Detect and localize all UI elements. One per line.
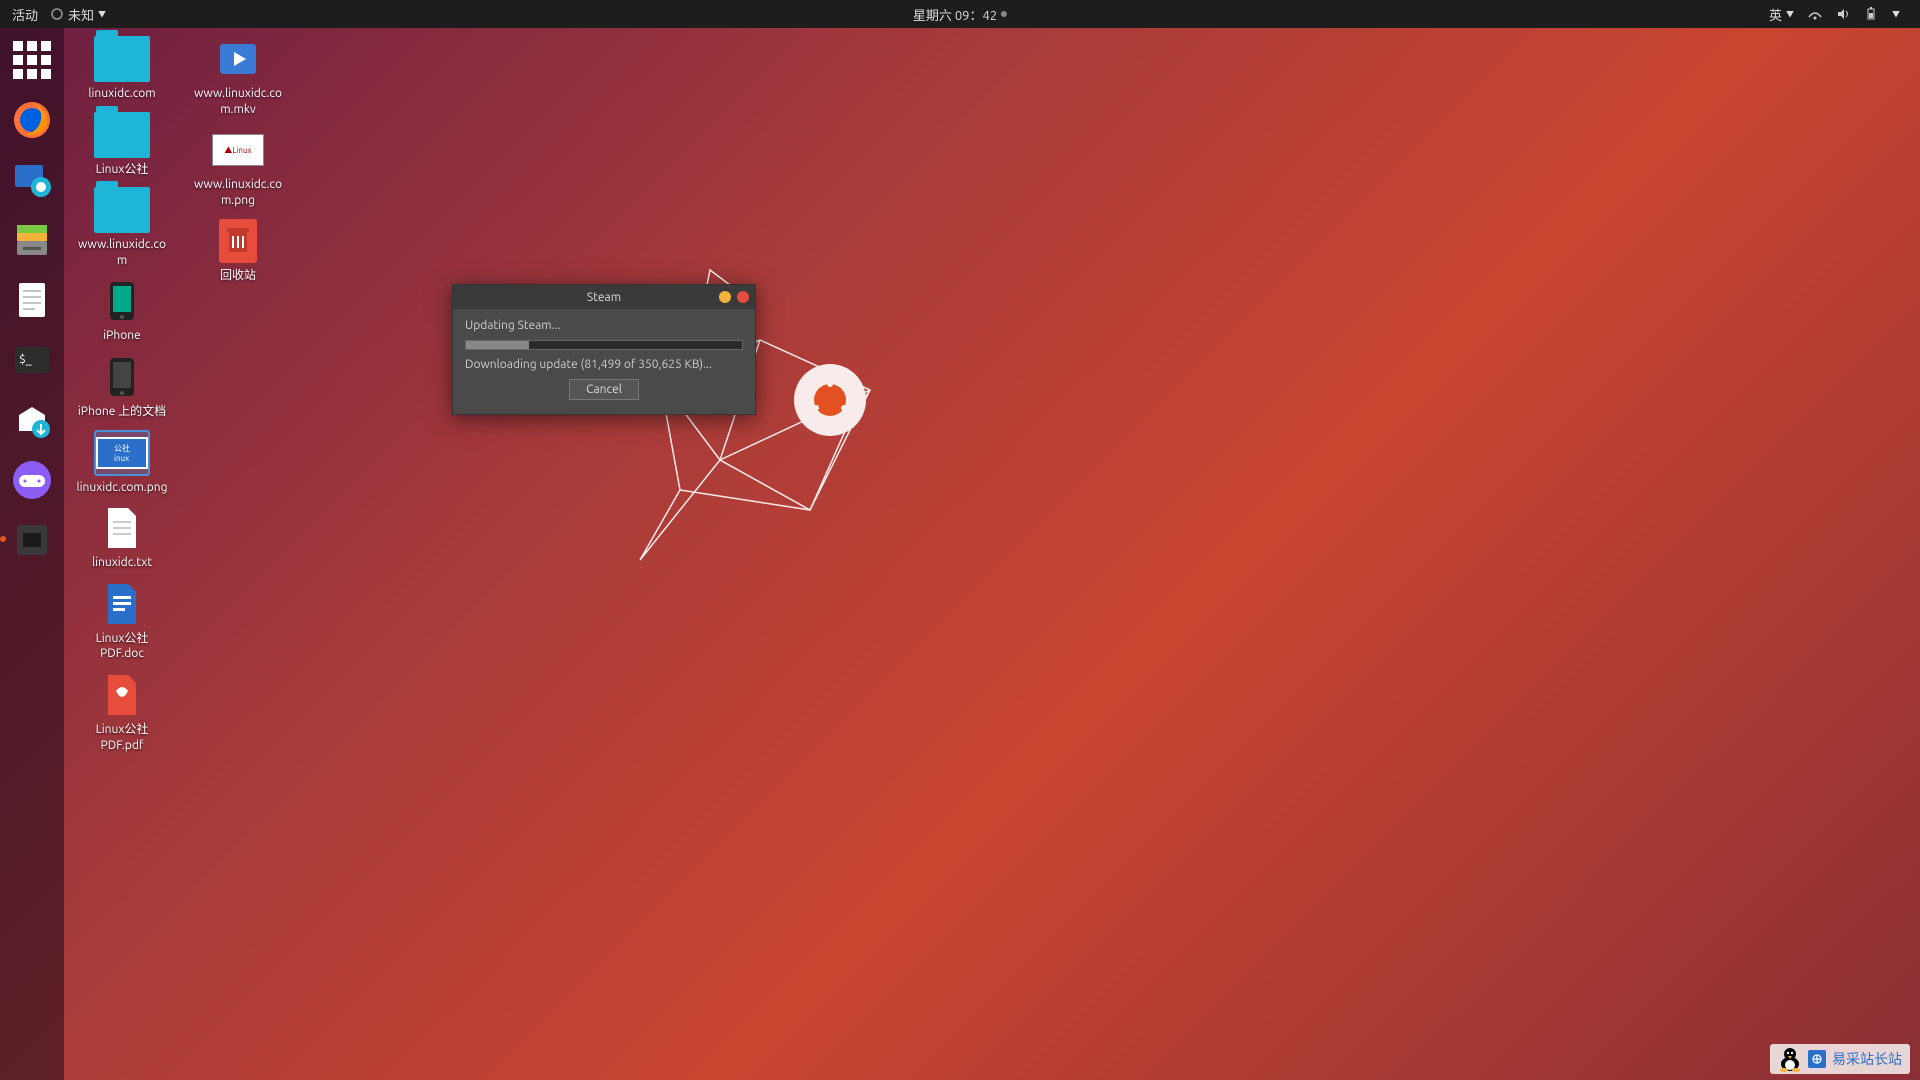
unknown-app-icon [50, 7, 64, 21]
steam-update-dialog: Steam Updating Steam... Downloading upda… [452, 284, 756, 415]
files-icon [11, 219, 53, 261]
top-bar: 活动 未知 ▼ 星期六 09：42 英 ▼ ▼ [0, 0, 1920, 28]
notification-dot-icon [1001, 11, 1007, 17]
text-editor-launcher[interactable] [8, 276, 56, 324]
doc-file-icon [94, 581, 150, 627]
image-icon: 公社inux [94, 430, 150, 476]
battery-icon[interactable] [1864, 7, 1878, 21]
doc-file-linux-pdf[interactable]: Linux公社PDF.doc [76, 581, 168, 662]
grid-icon [13, 41, 51, 79]
dialog-title-label: Steam [587, 291, 621, 304]
update-status-label: Updating Steam... [465, 319, 743, 332]
document-icon [11, 279, 53, 321]
network-icon[interactable] [1808, 7, 1822, 21]
dock: $_ [0, 28, 64, 1080]
folder-icon [94, 112, 150, 158]
dialog-body: Updating Steam... Downloading update (81… [453, 309, 755, 414]
image-icon: ▲Linux [210, 127, 266, 173]
iphone-device[interactable]: iPhone [76, 278, 168, 344]
watermark: 易采站长站 [1770, 1044, 1910, 1074]
folder-linux-gongshe[interactable]: Linux公社 [76, 112, 168, 178]
software-icon [11, 399, 53, 441]
firefox-icon [11, 99, 53, 141]
system-menu-chevron-icon[interactable]: ▼ [1892, 9, 1900, 20]
input-method-menu[interactable]: 英 ▼ [1769, 5, 1794, 24]
text-file-linuxidc[interactable]: linuxidc.txt [76, 505, 168, 571]
steam-icon [11, 519, 53, 561]
folder-www-linuxidc[interactable]: www.linuxidc.com [76, 187, 168, 268]
chevron-down-icon: ▼ [98, 9, 106, 20]
desktop-column-1: linuxidc.com Linux公社 www.linuxidc.com iP… [76, 36, 168, 753]
image-www-linuxidc-png[interactable]: ▲Linuxwww.linuxidc.com.png [192, 127, 284, 208]
clock[interactable]: 星期六 09：42 [913, 5, 1007, 24]
desktop-column-2: www.linuxidc.com.mkv ▲Linuxwww.linuxidc.… [192, 36, 284, 753]
firefox-launcher[interactable] [8, 96, 56, 144]
logo-badge-icon [1808, 1050, 1826, 1068]
terminal-icon: $_ [11, 339, 53, 381]
terminal-launcher[interactable]: $_ [8, 336, 56, 384]
volume-icon[interactable] [1836, 7, 1850, 21]
minimize-button[interactable] [719, 291, 731, 303]
progress-bar [465, 340, 743, 350]
datetime-label: 星期六 09：42 [913, 5, 997, 24]
steam-launcher[interactable] [8, 516, 56, 564]
input-method-label: 英 [1769, 5, 1782, 24]
pdf-file-icon [94, 672, 150, 718]
activities-button[interactable]: 活动 [12, 5, 38, 24]
screenshot-icon [11, 159, 53, 201]
pdf-file-linux[interactable]: Linux公社PDF.pdf [76, 672, 168, 753]
files-launcher[interactable] [8, 216, 56, 264]
close-button[interactable] [737, 291, 749, 303]
app-menu[interactable]: 未知 ▼ [50, 5, 106, 24]
games-launcher[interactable] [8, 456, 56, 504]
trash[interactable]: 回收站 [192, 218, 284, 284]
folder-linuxidc[interactable]: linuxidc.com [76, 36, 168, 102]
desktop: linuxidc.com Linux公社 www.linuxidc.com iP… [76, 36, 284, 753]
svg-text:$_: $_ [19, 353, 32, 366]
dialog-titlebar[interactable]: Steam [453, 285, 755, 309]
download-detail-label: Downloading update (81,499 of 350,625 KB… [465, 358, 743, 371]
tux-icon [1778, 1046, 1802, 1072]
video-icon [210, 36, 266, 82]
app-menu-label: 未知 [68, 5, 94, 24]
text-file-icon [94, 505, 150, 551]
video-file-mkv[interactable]: www.linuxidc.com.mkv [192, 36, 284, 117]
watermark-label: 易采站长站 [1832, 1049, 1902, 1069]
gamepad-icon [11, 459, 53, 501]
iphone-documents[interactable]: iPhone 上的文档 [76, 354, 168, 420]
software-launcher[interactable] [8, 396, 56, 444]
progress-fill [466, 341, 529, 349]
screenshot-launcher[interactable] [8, 156, 56, 204]
iphone-icon [94, 278, 150, 324]
cancel-button[interactable]: Cancel [569, 379, 639, 400]
folder-icon [94, 36, 150, 82]
trash-icon [210, 218, 266, 264]
iphone-doc-icon [94, 354, 150, 400]
folder-icon [94, 187, 150, 233]
chevron-down-icon: ▼ [1786, 9, 1794, 20]
image-linuxidc-png[interactable]: 公社inuxlinuxidc.com.png [76, 430, 168, 496]
show-applications-button[interactable] [8, 36, 56, 84]
